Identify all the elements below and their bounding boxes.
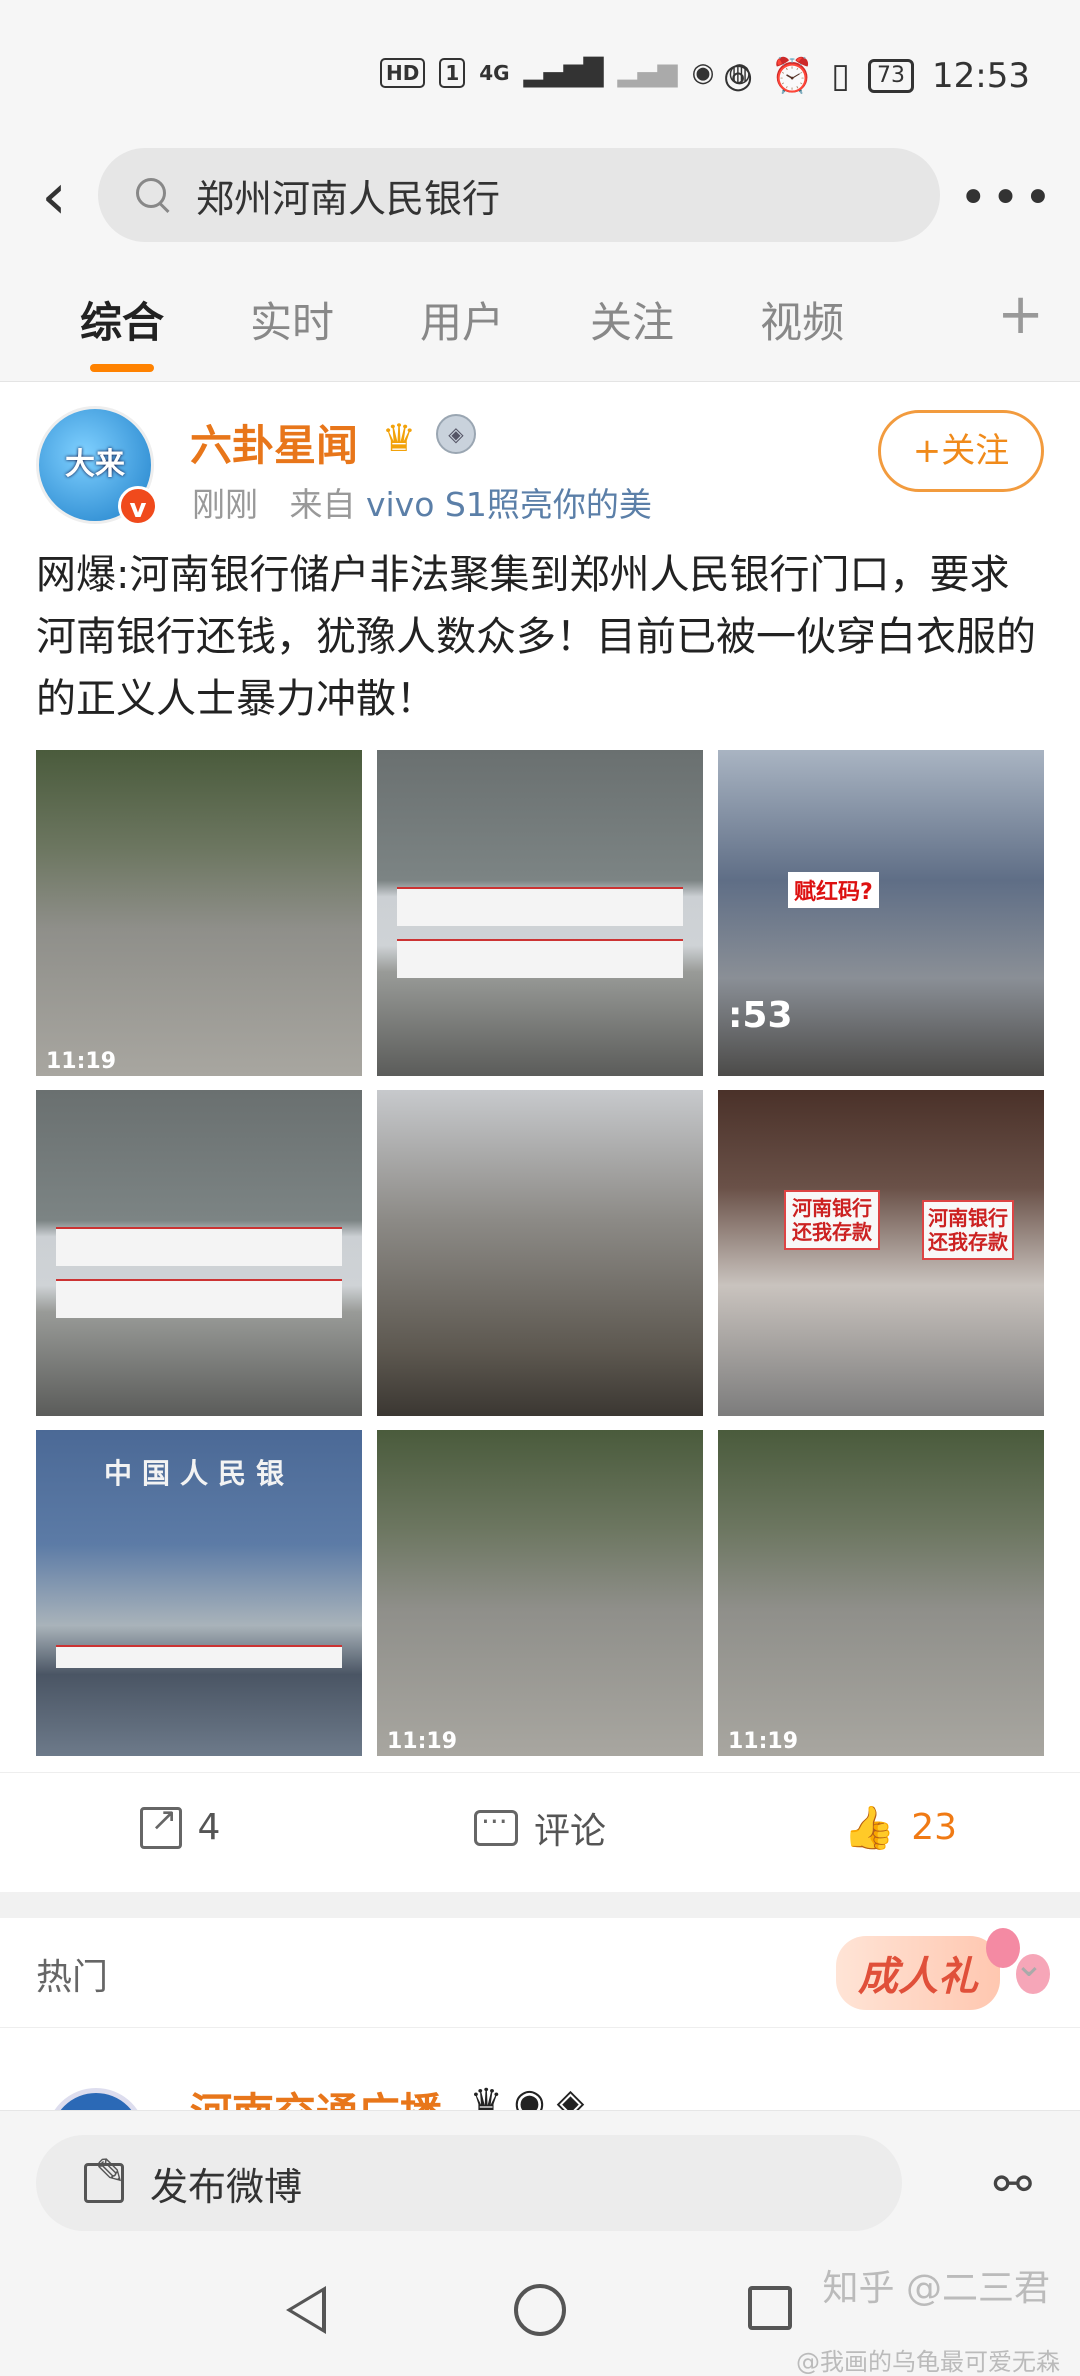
search-header: ‹ 郑州河南人民银行 ••• [0,140,1080,258]
photo-crowd[interactable]: 11:19 [377,1430,703,1756]
compose-button[interactable]: 发布微博 [36,2135,902,2231]
follow-button[interactable]: +关注 [878,410,1044,492]
banner-strip [55,1279,343,1319]
alarm-icon: ⏰ [770,56,814,96]
post-from-label: 来自 [289,485,356,524]
status-right-icons: ◎ ⏰ ▯ 73 12:53 [723,56,1030,96]
like-count: 23 [911,1807,958,1848]
avatar-text: 大来 [65,447,125,482]
banner-strip [396,939,684,979]
photo-bank[interactable]: 中国人民银 [36,1430,362,1756]
search-icon [134,176,172,214]
status-bar: HD 1 4G ▂▄▆█ ▂▄▆ ◉ ◍ ◎ ⏰ ▯ 73 12:53 [0,0,1080,150]
tab-realtime[interactable]: 实时 [250,289,334,350]
eye-icon: ◎ [723,56,753,96]
add-tab-icon[interactable]: + [997,282,1044,347]
search-input[interactable]: 郑州河南人民银行 [98,148,940,242]
author-name[interactable]: 六卦星闻 [190,412,358,473]
banner-strip [55,1645,343,1668]
tab-users[interactable]: 用户 [420,289,504,350]
compose-label: 发布微博 [150,2164,303,2209]
verified-badge: v [118,486,158,526]
edit-icon [84,2152,125,2203]
watermark-secondary: @我画的乌龟最可爱无森 [796,2348,1060,2376]
post-actions: 4 评论 👍 23 [0,1772,1080,1882]
photo-sign: 河南银行还我存款 [922,1200,1014,1260]
clock: 12:53 [932,56,1030,96]
photo-timestamp: 11:19 [387,1729,458,1754]
hot-section-header: 热门 成人礼 ⌄ [0,1918,1080,2028]
back-icon[interactable]: ‹ [24,162,84,232]
photo-timestamp: :53 [728,995,793,1036]
search-query: 郑州河南人民银行 [196,176,501,221]
section-divider [0,1892,1080,1918]
thumbs-up-icon: 👍 [842,1802,896,1852]
more-icon[interactable]: ••• [959,168,1056,228]
photo-crowd[interactable]: 11:19 [718,1430,1044,1756]
promo-badge[interactable]: 成人礼 [836,1936,1000,2010]
post-text: 网爆:河南银行储户非法聚集到郑州人民银行门口，要求河南银行还钱，犹豫人数众多！目… [36,552,1036,722]
post-time: 刚刚 [192,485,258,524]
share-network-icon[interactable]: ⚯ [993,2157,1032,2211]
tab-video[interactable]: 视频 [760,289,844,350]
compose-bar: 发布微博 ⚯ [0,2110,1080,2260]
photo-sign: 河南银行还我存款 [784,1190,880,1250]
banner-strip [55,1226,343,1267]
sim-icon: 1 [439,58,466,88]
share-count: 4 [197,1807,221,1848]
no-signal-icon: ▂▄▆ [617,58,678,88]
watermark: 知乎 @二三君 [822,2268,1050,2309]
photo-protest[interactable]: 赋红码? :53 [718,750,1044,1076]
wechat-icon: ◉ [691,58,715,88]
photo-sign: 赋红码? [788,872,879,908]
photo-banner[interactable] [36,1090,362,1416]
chevron-down-icon[interactable]: ⌄ [1014,1944,1044,1985]
next-post-preview: 河南交通广播 ♛ ◉ ◈ [0,2028,1080,2118]
photo-banner[interactable] [377,750,703,1076]
comment-button[interactable]: 评论 [360,1773,720,1882]
tab-bar: 综合 实时 用户 关注 视频 + [0,258,1080,382]
bank-sign: 中国人民银 [103,1457,294,1490]
like-button[interactable]: 👍 23 [720,1773,1080,1882]
post-meta: 刚刚 来自 vivo S1照亮你的美 [192,478,652,526]
battery-icon: 73 [868,59,915,93]
photo-people[interactable] [377,1090,703,1416]
nav-recents-icon[interactable] [748,2286,792,2330]
vibrate-icon: ▯ [831,56,851,96]
medal-icon: ◈ [436,414,476,454]
photo-timestamp: 11:19 [46,1049,117,1074]
hot-label: 热门 [36,1957,109,1998]
signal-bars-icon: ▂▄▆█ [523,58,604,88]
nav-home-icon[interactable] [514,2284,566,2336]
comment-label: 评论 [533,1810,606,1852]
banner-strip [396,886,684,927]
tab-following[interactable]: 关注 [590,289,674,350]
photo-grid: 11:19 赋红码? :53 河南银行还我存款 河南银行还我存款 中国人民银 1… [36,750,1044,1756]
tab-comprehensive[interactable]: 综合 [80,289,164,372]
share-icon [139,1800,182,1849]
hd-icon: HD [380,58,426,88]
4g-icon: 4G [479,61,510,85]
photo-crowd[interactable]: 11:19 [36,750,362,1076]
share-button[interactable]: 4 [0,1773,360,1882]
post-source[interactable]: vivo S1照亮你的美 [366,485,652,524]
crown-icon: ♛ [382,416,417,460]
photo-kids[interactable]: 河南银行还我存款 河南银行还我存款 [718,1090,1044,1416]
photo-timestamp: 11:19 [728,1729,799,1754]
weibo-post: 大来 v 六卦星闻 ♛ ◈ 刚刚 来自 vivo S1照亮你的美 +关注 网爆:… [0,382,1080,1892]
nav-back-icon[interactable] [286,2286,326,2334]
status-left-icons: HD 1 4G ▂▄▆█ ▂▄▆ ◉ ◍ [380,58,751,88]
comment-icon [473,1805,518,1846]
